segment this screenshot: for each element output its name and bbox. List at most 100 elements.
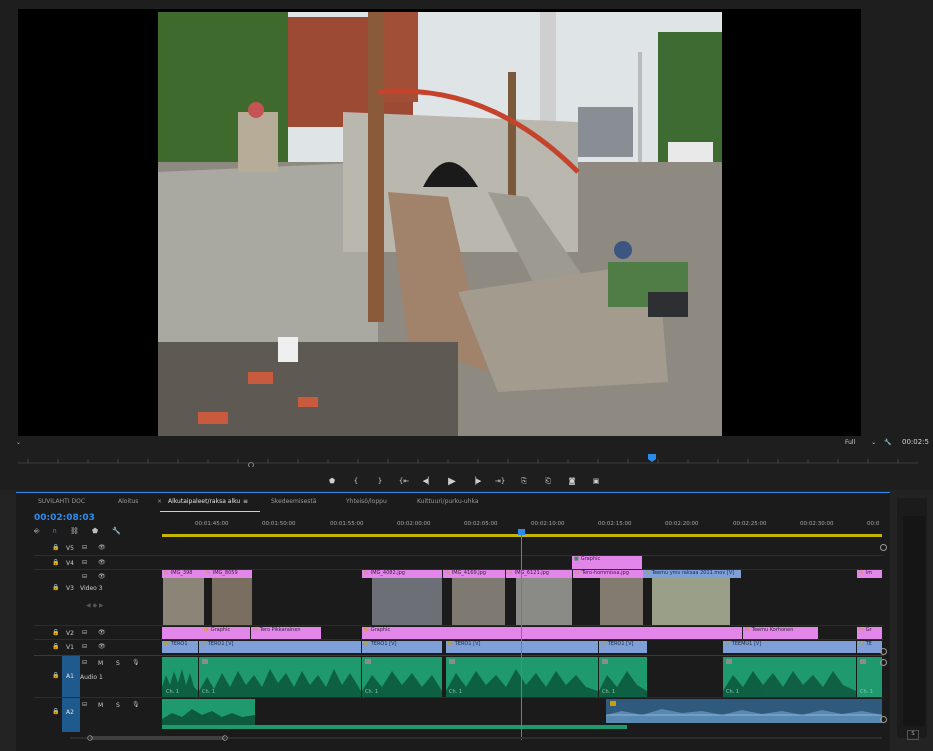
clip-label: TE <box>865 641 872 647</box>
wrench-icon[interactable]: 🔧 <box>884 439 891 446</box>
mute-button[interactable]: M <box>98 702 103 709</box>
clip-v4-graphic[interactable]: ■ Graphic <box>572 556 642 569</box>
panel-menu-icon[interactable]: ≡ <box>243 498 248 505</box>
audio-track-a2-clips[interactable] <box>162 699 882 729</box>
sync-lock-icon[interactable]: ⊟ <box>82 559 87 566</box>
step-forward-button[interactable]: ▕▶ <box>464 474 488 488</box>
camera-icon[interactable]: ◙ <box>560 474 584 488</box>
track-label-a2[interactable]: A2 <box>66 709 74 716</box>
clip-v1-tero1-v[interactable]: fx TERO1 [V] <box>199 641 361 653</box>
chevron-down-icon[interactable]: ⌄ <box>16 439 21 446</box>
lock-icon[interactable]: 🔒 <box>52 708 59 715</box>
microphone-icon[interactable]: 🎙 <box>132 659 140 666</box>
vertical-scroll-handle[interactable] <box>880 659 887 666</box>
snap-magnet-icon[interactable]: ∩ <box>52 527 57 535</box>
step-back-button[interactable]: ◀▏ <box>416 474 440 488</box>
tab-aloitus[interactable]: Aloitus <box>118 498 138 505</box>
vertical-scroll-handle[interactable] <box>880 648 887 655</box>
wrench-icon[interactable]: 🔧 <box>112 527 121 535</box>
sync-lock-icon[interactable]: ⊟ <box>82 659 87 666</box>
lock-icon[interactable]: 🔒 <box>52 584 59 591</box>
lock-icon[interactable]: 🔒 <box>52 643 59 650</box>
clip-v2-tero-pikkarainen[interactable]: fx Tero Pikkarainen <box>251 627 321 639</box>
track-header-a2: 🔒 A2 ⊟ M S 🎙 <box>34 698 162 728</box>
tab-suvilahti-doc[interactable]: SUVILAHTI DOC <box>38 498 85 505</box>
clip-v2-last[interactable]: fx Gr <box>857 627 882 639</box>
track-name-video-3[interactable]: Video 3 <box>80 585 103 592</box>
clip-v3-img-4082[interactable]: fx IMG_4082.jpg <box>362 570 442 578</box>
clip-v3-img-4169[interactable]: fx IMG_4169.jpg <box>443 570 505 578</box>
microphone-icon[interactable]: 🎙 <box>132 701 140 708</box>
add-marker-icon[interactable]: ⬟ <box>92 527 98 535</box>
comparison-view-button[interactable]: ▣ <box>584 474 608 488</box>
timeline-horizontal-scrollbar[interactable] <box>70 735 882 741</box>
eye-icon[interactable]: 👁 <box>98 544 106 551</box>
eye-icon[interactable]: 👁 <box>98 643 106 650</box>
track-name-audio-1[interactable]: Audio 1 <box>80 674 103 681</box>
add-marker-button[interactable]: ⬟ <box>320 474 344 488</box>
track-header-v2: 🔒 V2 ⊟ 👁 <box>34 626 162 640</box>
clip-v2-teemu-korhonen[interactable]: fx Teemu Korhonen <box>743 627 818 639</box>
lock-icon[interactable]: 🔒 <box>52 672 59 679</box>
track-label-a1[interactable]: A1 <box>66 673 74 680</box>
playhead-handle[interactable] <box>518 529 525 535</box>
clip-v2-graphic[interactable]: fx Graphic <box>162 627 250 639</box>
audio-track-a1-clips[interactable]: Ch. 1 Ch. 1 Ch. 1 Ch. 1 Ch. 1 Ch. 1 Ch. … <box>162 657 882 697</box>
clip-v3-img-8059[interactable]: fx IMG_8059 <box>204 570 252 578</box>
tab-alkutaipaleet[interactable]: Alkutaipaleet/raksa alku <box>168 498 240 505</box>
clip-v3-img-6121[interactable]: fx IMG_6121.jpg <box>506 570 572 578</box>
monitor-mini-timeline[interactable] <box>18 453 918 467</box>
mute-button[interactable]: M <box>98 660 103 667</box>
vertical-scroll-handle[interactable] <box>880 716 887 723</box>
eye-icon[interactable]: 👁 <box>98 559 106 566</box>
timeline-timecode[interactable]: 00:02:08:03 <box>34 513 95 523</box>
clip-v1-tero1-v[interactable]: fx TERO1 [V] <box>362 641 442 653</box>
linked-selection-icon[interactable]: ⛓ <box>70 527 79 535</box>
lift-button[interactable]: ⎘ <box>512 474 536 488</box>
lock-icon[interactable]: 🔒 <box>52 544 59 551</box>
sync-lock-icon[interactable]: ⊟ <box>82 643 87 650</box>
clip-v3-teemu-video[interactable]: fx Teemu yms raksaa 2011.mov [V] <box>643 570 741 578</box>
clip-label: Teemu yms raksaa 2011.mov [V] <box>651 570 735 576</box>
keyframe-nav-icon[interactable]: ◀ ◆ ▶ <box>86 602 104 609</box>
go-to-in-button[interactable]: {⇤ <box>392 474 416 488</box>
tab-kulttuuri-purku-uhka[interactable]: Kulttuuri/purku-uhka <box>417 498 479 505</box>
mark-in-button[interactable]: { <box>344 474 368 488</box>
clip-v3-img-last[interactable]: fx Im <box>857 570 882 578</box>
solo-button[interactable]: S <box>907 730 919 740</box>
vertical-scroll-handle[interactable] <box>880 544 887 551</box>
extract-button[interactable]: ⎗ <box>536 474 560 488</box>
clip-label: TERO1 <box>170 641 188 647</box>
fx-badge-icon: fx <box>725 641 730 647</box>
go-to-out-button[interactable]: ⇥} <box>488 474 512 488</box>
clip-v1-te[interactable]: fx TE <box>857 641 882 653</box>
fx-badge-icon: fx <box>745 627 750 633</box>
sync-lock-icon[interactable]: ⊟ <box>82 573 87 580</box>
track-header-v4: 🔒 V4 ⊟ 👁 <box>34 556 162 570</box>
lock-icon[interactable]: 🔒 <box>52 629 59 636</box>
solo-button[interactable]: S <box>116 660 120 667</box>
sync-lock-icon[interactable]: ⊟ <box>82 544 87 551</box>
insert-nest-icon[interactable]: ⎆ <box>34 527 40 536</box>
play-button[interactable]: ▶ <box>440 474 464 488</box>
lock-icon[interactable]: 🔒 <box>52 559 59 566</box>
clip-v1-tero1[interactable]: fx TERO1 <box>162 641 198 653</box>
clip-v1-tero1-v[interactable]: fx TERO1 [V] <box>446 641 598 653</box>
sync-lock-icon[interactable]: ⊟ <box>82 701 87 708</box>
monitor-timecode[interactable]: 00:02:5 <box>902 438 929 446</box>
eye-icon[interactable]: 👁 <box>98 573 106 580</box>
zoom-level-select[interactable]: Full ⌄ 🔧 <box>845 439 892 446</box>
timeline-playhead[interactable] <box>521 530 522 740</box>
clip-v3-tero-hommissa[interactable]: fx Tero-hommissa.jpg <box>573 570 643 578</box>
clip-v1-tero1-v[interactable]: fx TERO1 [V] <box>599 641 647 653</box>
tab-yhteiso-loppu[interactable]: Yhteisö/loppu <box>346 498 387 505</box>
close-icon[interactable]: × <box>157 498 162 505</box>
clip-v1-teemu1-v[interactable]: fx TEEMU1 [V] <box>723 641 856 653</box>
eye-icon[interactable]: 👁 <box>98 629 106 636</box>
sync-lock-icon[interactable]: ⊟ <box>82 629 87 636</box>
clip-v2-graphic-long[interactable]: fx Graphic <box>362 627 742 639</box>
mark-out-button[interactable]: } <box>368 474 392 488</box>
solo-button[interactable]: S <box>116 702 120 709</box>
clip-v3-img-398[interactable]: fx IMG_398 <box>162 570 204 578</box>
tab-skedeemisesta[interactable]: Skedeemisestä <box>271 498 316 505</box>
